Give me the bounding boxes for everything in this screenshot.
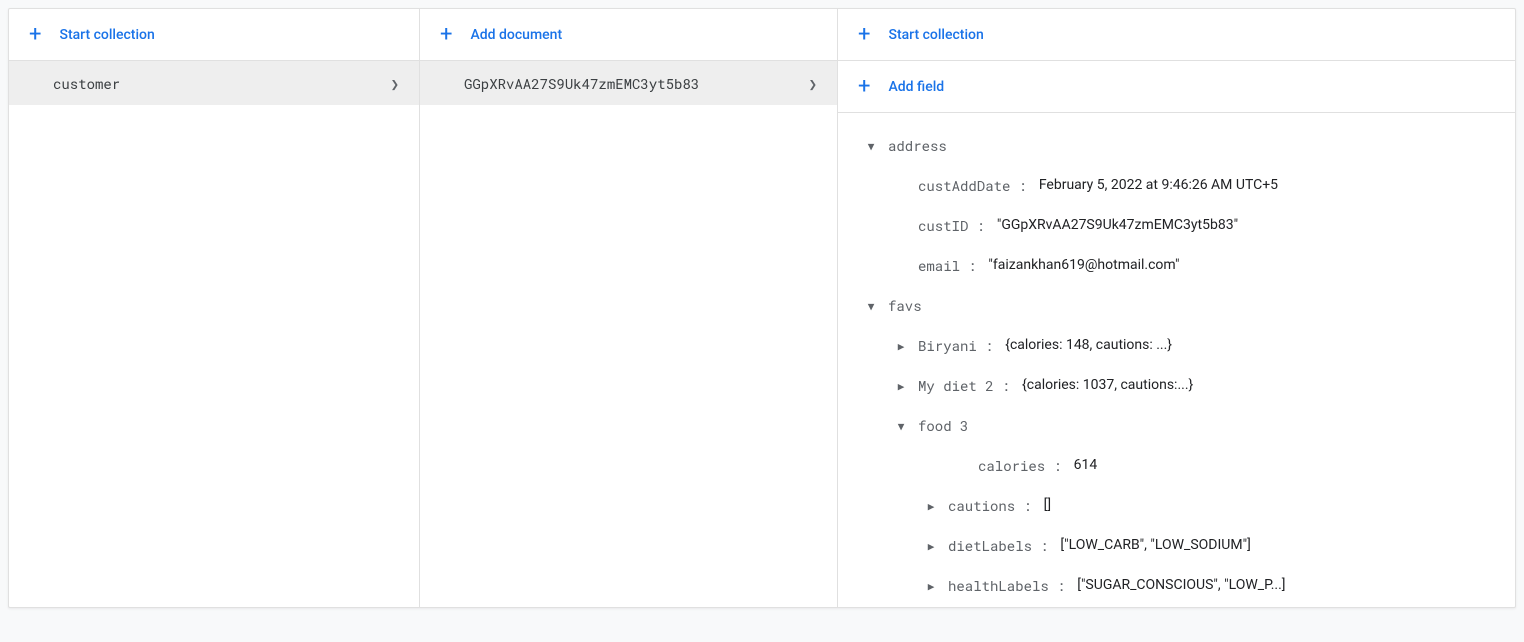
field-food3-cautions[interactable]: ▶ cautions: []: [838, 485, 1515, 525]
expand-toggle-icon[interactable]: ▶: [892, 338, 910, 353]
field-favs[interactable]: ▼ favs: [838, 285, 1515, 325]
field-key: Biryani: [918, 336, 977, 355]
field-key: My diet 2: [918, 376, 994, 395]
start-collection-label: Start collection: [59, 27, 154, 43]
firestore-console: + Start collection customer ❯ + Add docu…: [8, 8, 1516, 608]
add-document-label: Add document: [470, 27, 562, 43]
field-key: favs: [888, 296, 922, 315]
add-field-label: Add field: [888, 79, 944, 95]
plus-icon: +: [440, 24, 452, 46]
fields-panel: + Start collection + Add field ▼ address…: [838, 9, 1515, 607]
plus-icon: +: [858, 24, 870, 46]
field-key: calories: [978, 456, 1045, 475]
document-id: GGpXRvAA27S9Uk47zmEMC3yt5b83: [464, 74, 699, 93]
documents-panel: + Add document GGpXRvAA27S9Uk47zmEMC3yt5…: [420, 9, 838, 607]
field-key: email: [918, 256, 960, 275]
field-address[interactable]: ▼ address: [838, 125, 1515, 165]
start-collection-button[interactable]: + Start collection: [838, 9, 1515, 61]
field-value: 614: [1074, 457, 1098, 473]
field-email[interactable]: email: "faizankhan619@hotmail.com": [838, 245, 1515, 285]
field-key: dietLabels: [948, 536, 1032, 555]
field-key: food 3: [918, 416, 968, 435]
expand-toggle-icon[interactable]: ▼: [892, 418, 910, 433]
plus-icon: +: [858, 76, 870, 98]
collections-panel: + Start collection customer ❯: [9, 9, 420, 607]
field-favs-biryani[interactable]: ▶ Biryani : {calories: 148, cautions: ..…: [838, 325, 1515, 365]
field-custid[interactable]: custID: "GGpXRvAA27S9Uk47zmEMC3yt5b83": [838, 205, 1515, 245]
field-value: ["LOW_CARB", "LOW_SODIUM"]: [1060, 537, 1250, 553]
start-collection-button[interactable]: + Start collection: [9, 9, 419, 61]
expand-toggle-icon[interactable]: ▶: [922, 578, 940, 593]
field-key: custID: [918, 216, 968, 235]
expand-toggle-icon[interactable]: ▶: [922, 498, 940, 513]
field-value: ["SUGAR_CONSCIOUS", "LOW_P...]: [1077, 577, 1285, 593]
field-favs-food3[interactable]: ▼ food 3: [838, 405, 1515, 445]
add-field-button[interactable]: + Add field: [838, 61, 1515, 113]
field-value: []: [1044, 497, 1051, 513]
chevron-right-icon: ❯: [391, 74, 399, 93]
field-key: address: [888, 136, 947, 155]
collection-item-customer[interactable]: customer ❯: [9, 61, 419, 105]
document-item[interactable]: GGpXRvAA27S9Uk47zmEMC3yt5b83 ❯: [420, 61, 837, 105]
field-food3-dietlabels[interactable]: ▶ dietLabels: ["LOW_CARB", "LOW_SODIUM"]: [838, 525, 1515, 565]
field-value: February 5, 2022 at 9:46:26 AM UTC+5: [1039, 177, 1278, 193]
field-preview: {calories: 1037, cautions:...}: [1022, 377, 1193, 393]
plus-icon: +: [29, 24, 41, 46]
field-preview: {calories: 148, cautions: ...}: [1005, 337, 1172, 353]
expand-toggle-icon[interactable]: ▶: [922, 538, 940, 553]
field-favs-mydiet2[interactable]: ▶ My diet 2: {calories: 1037, cautions:.…: [838, 365, 1515, 405]
field-custadddate[interactable]: custAddDate: February 5, 2022 at 9:46:26…: [838, 165, 1515, 205]
field-key: cautions: [948, 496, 1015, 515]
fields-scroll-area[interactable]: ▼ address custAddDate: February 5, 2022 …: [838, 113, 1515, 607]
expand-toggle-icon[interactable]: ▼: [862, 298, 880, 313]
field-food3-healthlabels[interactable]: ▶ healthLabels: ["SUGAR_CONSCIOUS", "LOW…: [838, 565, 1515, 605]
field-food3-calories[interactable]: calories: 614: [838, 445, 1515, 485]
field-key: healthLabels: [948, 576, 1049, 595]
field-key: custAddDate: [918, 176, 1010, 195]
chevron-right-icon: ❯: [809, 74, 817, 93]
collection-name: customer: [53, 74, 120, 93]
field-value: "GGpXRvAA27S9Uk47zmEMC3yt5b83": [997, 217, 1238, 233]
expand-toggle-icon[interactable]: ▶: [892, 378, 910, 393]
start-collection-label: Start collection: [888, 27, 983, 43]
expand-toggle-icon[interactable]: ▼: [862, 138, 880, 153]
field-value: "faizankhan619@hotmail.com": [988, 257, 1179, 273]
add-document-button[interactable]: + Add document: [420, 9, 837, 61]
